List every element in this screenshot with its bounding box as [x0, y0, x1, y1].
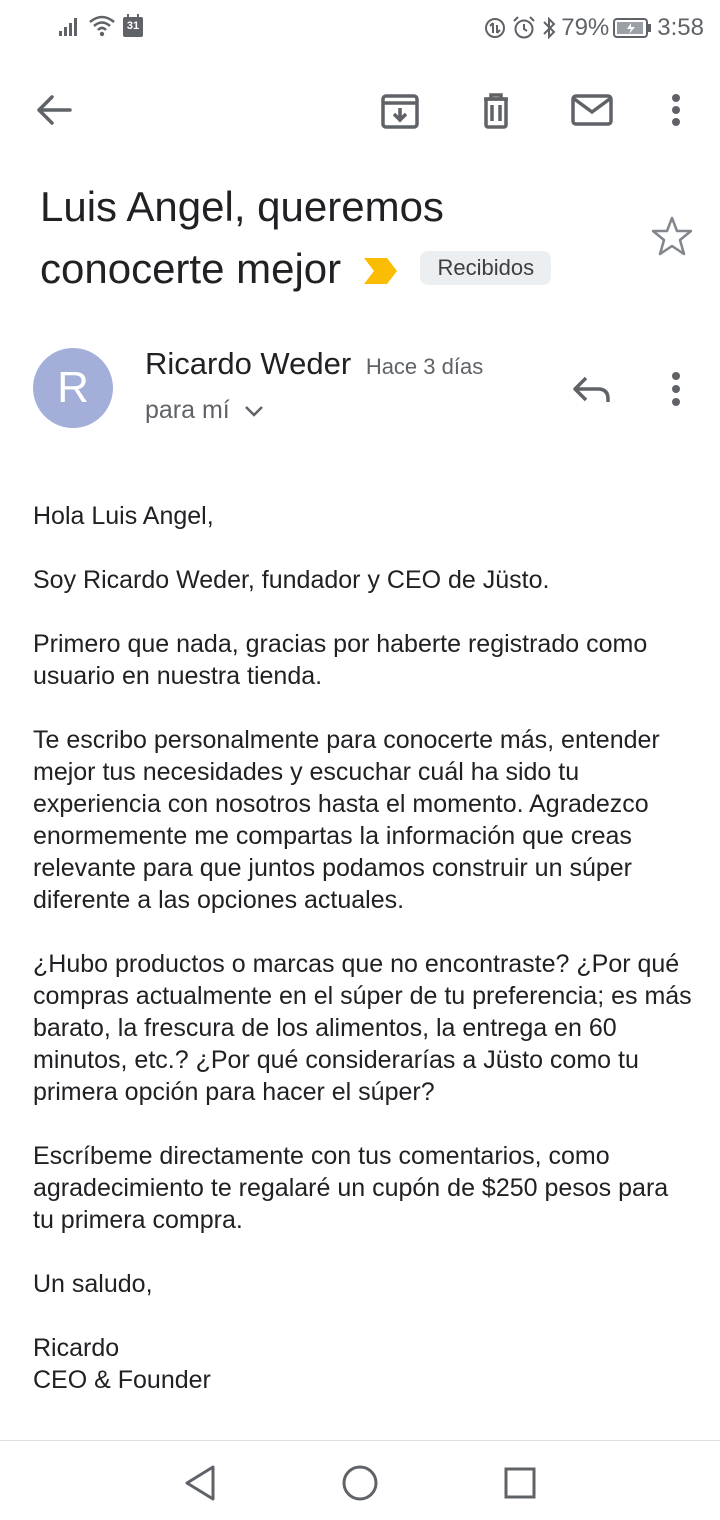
email-time: Hace 3 días	[365, 354, 484, 379]
wifi-icon	[88, 15, 116, 44]
body-paragraph: Soy Ricardo Weder, fundador y CEO de Jüs…	[33, 566, 550, 594]
subject-line-1: Luis Angel, queremos	[40, 183, 444, 230]
body-paragraph: Hola Luis Angel,	[33, 502, 214, 530]
nav-back-button[interactable]	[178, 1461, 222, 1505]
body-paragraph: ¿Hubo productos o marcas que no encontra…	[33, 950, 692, 1106]
mail-icon	[571, 94, 613, 126]
back-button[interactable]	[30, 86, 78, 134]
star-button[interactable]	[650, 214, 694, 258]
email-body: Hola Luis Angel, Soy Ricardo Weder, fund…	[33, 500, 693, 1438]
recipient-label: para mí	[145, 396, 230, 424]
nav-recents-button[interactable]	[498, 1461, 542, 1505]
nav-recents-icon	[504, 1467, 536, 1499]
status-left: 31	[58, 14, 144, 45]
body-paragraph: Te escribo personalmente para conocerte …	[33, 726, 660, 914]
sender-row: R Ricardo Weder Hace 3 días para mí	[0, 340, 720, 440]
data-saver-icon	[483, 16, 507, 40]
signature-name: Ricardo	[33, 1334, 120, 1362]
alarm-icon	[511, 16, 537, 40]
star-icon	[651, 216, 693, 256]
toolbar	[0, 70, 720, 150]
trash-icon	[484, 93, 508, 129]
body-paragraph: Primero que nada, gracias por haberte re…	[33, 630, 648, 690]
nav-home-button[interactable]	[338, 1461, 382, 1505]
status-bar: 31 79% 3:58	[0, 0, 720, 56]
archive-button[interactable]	[376, 86, 424, 134]
nav-back-icon	[185, 1465, 215, 1501]
archive-icon	[381, 94, 419, 129]
reply-button[interactable]	[570, 368, 614, 412]
sender-name: Ricardo Weder	[145, 346, 352, 381]
delete-button[interactable]	[472, 86, 520, 134]
battery-icon	[613, 17, 653, 39]
email-subject: Luis Angel, queremos conocerte mejor Rec…	[40, 176, 620, 303]
signature-title: CEO & Founder	[33, 1366, 211, 1394]
calendar-icon: 31	[122, 14, 144, 45]
more-vert-icon	[672, 372, 680, 406]
more-options-button[interactable]	[652, 86, 700, 134]
reply-icon	[573, 376, 610, 402]
avatar[interactable]: R	[33, 348, 113, 428]
battery-percent: 79%	[561, 14, 610, 41]
chevron-down-icon	[244, 405, 263, 417]
important-marker-icon[interactable]	[363, 241, 399, 303]
body-paragraph: Escríbeme directamente con tus comentari…	[33, 1142, 669, 1234]
sender-info: Ricardo Weder Hace 3 días	[145, 346, 483, 382]
recipient-toggle[interactable]: para mí	[145, 396, 264, 425]
mark-unread-button[interactable]	[568, 86, 616, 134]
message-more-button[interactable]	[656, 368, 696, 412]
nav-home-icon	[342, 1465, 378, 1501]
status-right: 79% 3:58	[483, 14, 704, 42]
label-chip-inbox[interactable]: Recibidos	[420, 250, 552, 285]
subject-line-2: conocerte mejor	[40, 245, 342, 292]
back-arrow-icon	[37, 95, 72, 125]
bluetooth-icon	[541, 16, 557, 40]
system-nav-bar	[0, 1440, 720, 1520]
clock: 3:58	[657, 14, 704, 41]
body-paragraph: Un saludo,	[33, 1270, 153, 1298]
subject-line-2-row: conocerte mejor Recibidos	[40, 238, 620, 303]
calendar-day: 31	[126, 20, 140, 32]
signal-icon	[58, 15, 82, 44]
more-vert-icon	[672, 94, 680, 126]
avatar-initial: R	[57, 363, 89, 412]
